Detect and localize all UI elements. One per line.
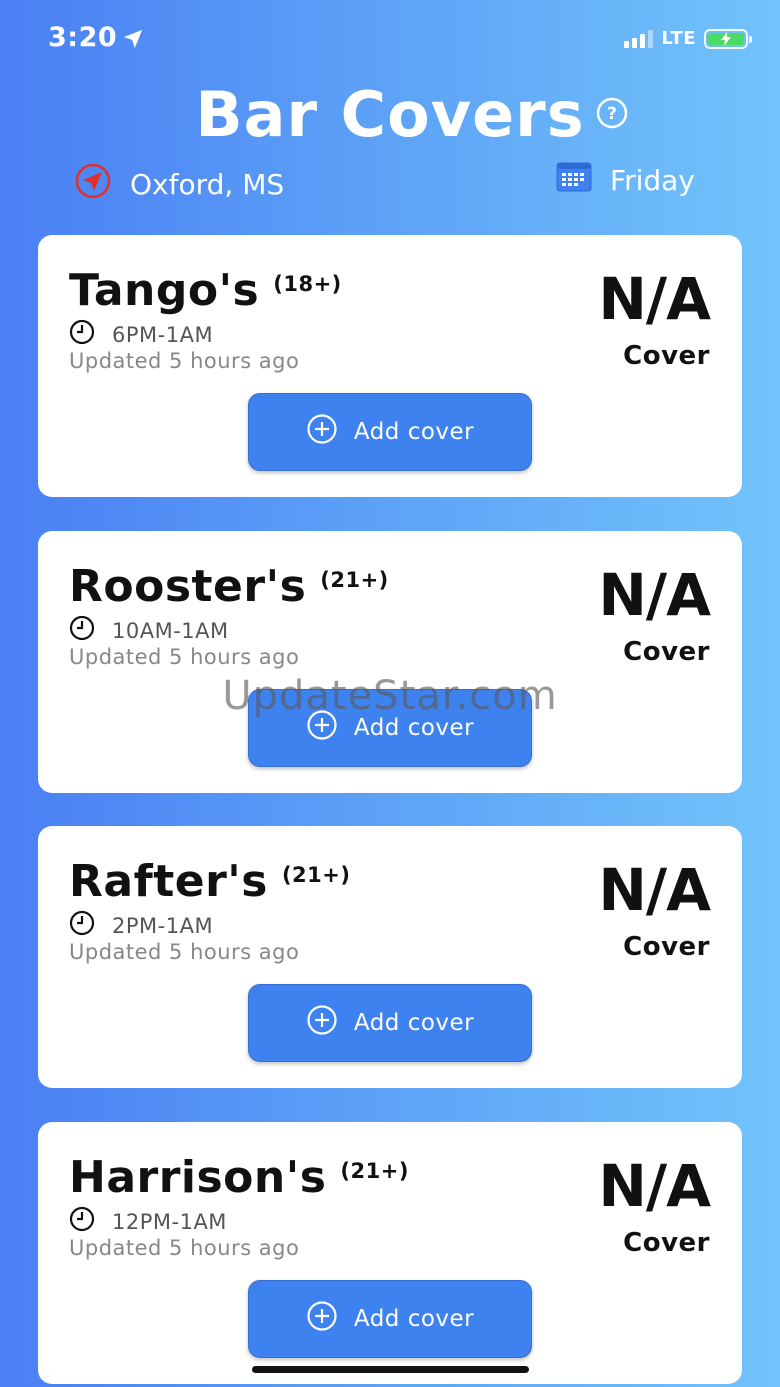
cover-label: Cover [623, 341, 710, 371]
status-bar: 3:20 LTE [0, 0, 780, 78]
bar-card[interactable]: Tango's (18+) 6PM-1AM Updated 5 hours ago… [38, 235, 742, 497]
cover-label: Cover [623, 932, 710, 962]
bar-name-row: Harrison's (21+) [69, 1152, 409, 1203]
svg-text:?: ? [607, 104, 617, 124]
status-indicators: LTE [624, 28, 752, 49]
plus-circle-icon [306, 1300, 338, 1338]
hours-text: 2PM-1AM [112, 913, 214, 938]
age-restriction: (21+) [320, 568, 389, 592]
day-label: Friday [610, 164, 695, 197]
bar-card[interactable]: Rooster's (21+) 10AM-1AM Updated 5 hours … [38, 531, 742, 793]
day-selector[interactable]: Friday [556, 162, 695, 199]
location-selector[interactable]: Oxford, MS [74, 162, 284, 207]
plus-circle-icon [306, 709, 338, 747]
age-restriction: (21+) [340, 1159, 409, 1183]
clock-icon [69, 615, 95, 646]
battery-icon [704, 28, 752, 49]
bar-hours: 2PM-1AM [69, 910, 213, 941]
home-indicator[interactable] [252, 1366, 529, 1373]
cover-value: N/A [598, 856, 711, 924]
add-cover-button[interactable]: Add cover [248, 1280, 532, 1358]
bar-hours: 12PM-1AM [69, 1206, 227, 1237]
updated-text: Updated 5 hours ago [69, 940, 300, 964]
updated-text: Updated 5 hours ago [69, 645, 300, 669]
cover-value: N/A [598, 1152, 711, 1220]
bar-name-row: Tango's (18+) [69, 265, 342, 316]
bar-name-row: Rafter's (21+) [69, 856, 350, 907]
plus-circle-icon [306, 413, 338, 451]
status-time: 3:20 [48, 22, 118, 53]
network-type: LTE [661, 28, 696, 49]
plus-circle-icon [306, 1004, 338, 1042]
location-pin-icon [74, 162, 112, 207]
updated-text: Updated 5 hours ago [69, 1236, 300, 1260]
add-cover-button[interactable]: Add cover [248, 393, 532, 471]
bar-name: Rooster's [69, 561, 307, 612]
hours-text: 10AM-1AM [112, 618, 229, 643]
add-cover-button[interactable]: Add cover [248, 689, 532, 767]
signal-icon [624, 29, 654, 48]
add-cover-label: Add cover [353, 1010, 475, 1036]
age-restriction: (21+) [281, 863, 351, 887]
age-restriction: (18+) [273, 272, 342, 296]
bar-hours: 10AM-1AM [69, 615, 229, 646]
add-cover-button[interactable]: Add cover [248, 984, 532, 1062]
clock-icon [69, 910, 95, 941]
page-title: Bar Covers [195, 78, 585, 151]
bar-name: Tango's [69, 265, 260, 316]
clock-icon [69, 319, 95, 350]
bar-name: Rafter's [69, 856, 268, 907]
cover-label: Cover [623, 637, 710, 667]
hours-text: 12PM-1AM [112, 1209, 227, 1234]
bar-hours: 6PM-1AM [69, 319, 213, 350]
cover-value: N/A [598, 265, 711, 333]
cover-value: N/A [598, 561, 711, 629]
help-icon[interactable]: ? [596, 97, 628, 133]
hours-text: 6PM-1AM [112, 322, 214, 347]
calendar-icon [556, 162, 592, 199]
clock-icon [69, 1206, 95, 1237]
cover-label: Cover [623, 1228, 710, 1258]
location-label: Oxford, MS [130, 168, 285, 201]
updated-text: Updated 5 hours ago [69, 349, 300, 373]
add-cover-label: Add cover [353, 419, 475, 445]
bar-name-row: Rooster's (21+) [69, 561, 389, 612]
bar-card[interactable]: Harrison's (21+) 12PM-1AM Updated 5 hours… [38, 1122, 742, 1384]
location-arrow-icon [122, 28, 144, 54]
bar-card[interactable]: Rafter's (21+) 2PM-1AM Updated 5 hours ag… [38, 826, 742, 1088]
add-cover-label: Add cover [353, 1306, 475, 1332]
bar-name: Harrison's [69, 1152, 327, 1203]
add-cover-label: Add cover [353, 715, 475, 741]
